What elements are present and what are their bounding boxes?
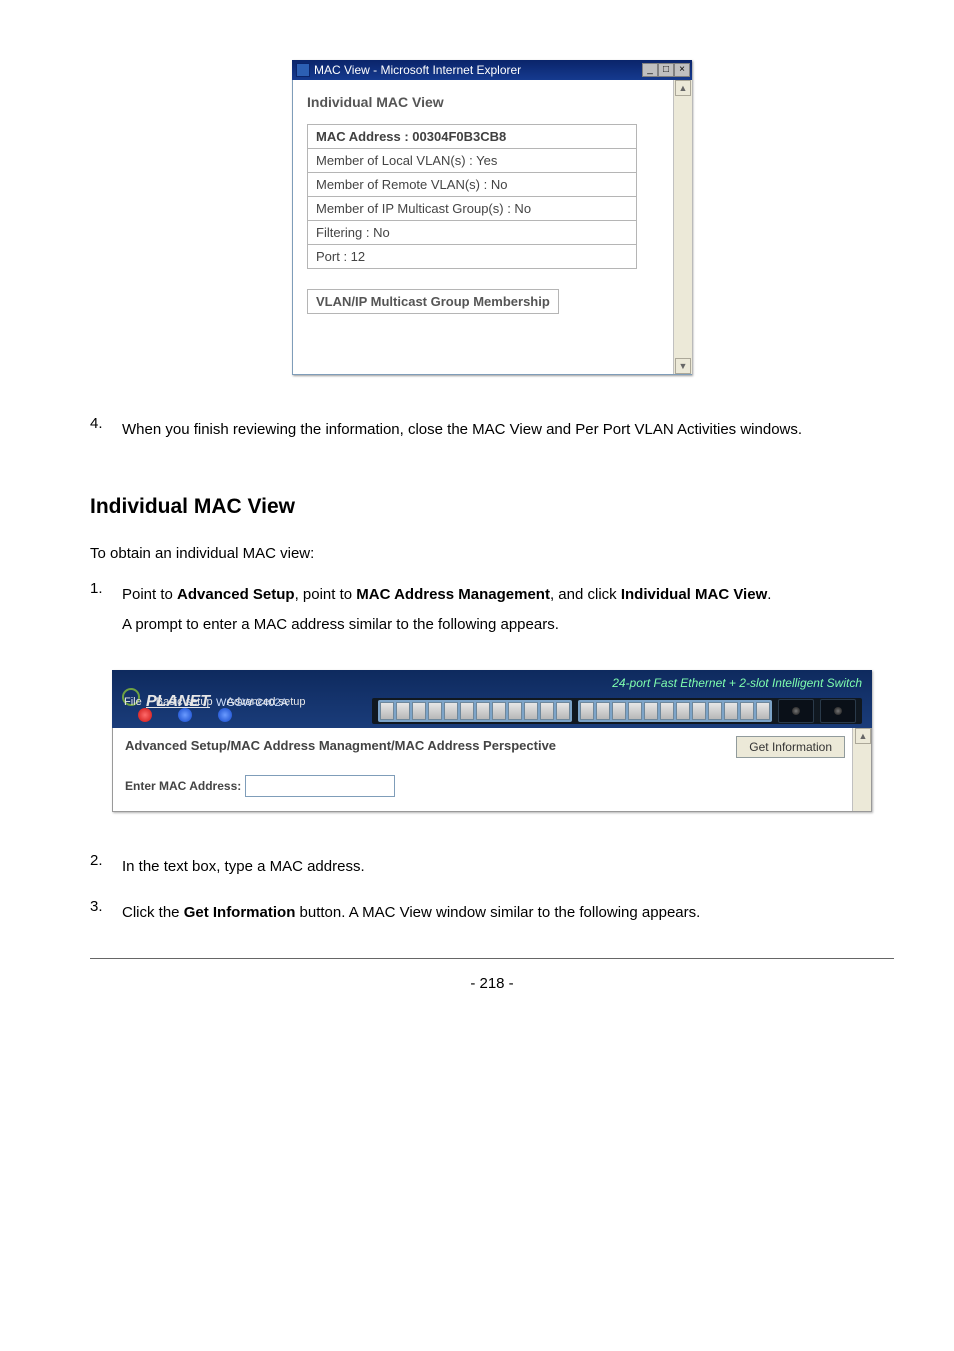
switch-mgmt-window: PLANET WGSW-2402A 24-port Fast Ethernet … bbox=[112, 670, 872, 812]
port-icon bbox=[628, 702, 642, 720]
scrollbar[interactable]: ▲ bbox=[852, 728, 871, 811]
port-icon bbox=[660, 702, 674, 720]
maximize-button[interactable]: □ bbox=[658, 63, 674, 77]
button-ref: Get Information bbox=[184, 904, 296, 921]
port-group bbox=[578, 700, 772, 722]
mac-info-table: MAC Address : 00304F0B3CB8 Member of Loc… bbox=[307, 124, 637, 269]
mac-view-window: MAC View - Microsoft Internet Explorer _… bbox=[292, 60, 692, 375]
step-body: In the text box, type a MAC address. bbox=[122, 852, 894, 882]
port-icon bbox=[380, 702, 394, 720]
port-icon bbox=[708, 702, 722, 720]
step-body: Click the Get Information button. A MAC … bbox=[122, 898, 894, 928]
list-number: 3. bbox=[90, 898, 104, 928]
close-button[interactable]: × bbox=[674, 63, 690, 77]
status-led-icon bbox=[218, 708, 232, 722]
switch-body: ▲ Advanced Setup/MAC Address Managment/M… bbox=[112, 728, 872, 812]
remote-vlan-row: Member of Remote VLAN(s) : No bbox=[308, 173, 637, 197]
port-icon bbox=[556, 702, 570, 720]
scroll-up-icon[interactable]: ▲ bbox=[675, 80, 691, 96]
ip-multicast-row: Member of IP Multicast Group(s) : No bbox=[308, 197, 637, 221]
menu-ref: Advanced Setup bbox=[177, 586, 295, 603]
ie-app-icon bbox=[296, 63, 310, 77]
port-panel bbox=[372, 698, 862, 724]
port-icon bbox=[540, 702, 554, 720]
minimize-button[interactable]: _ bbox=[642, 63, 658, 77]
switch-header: PLANET WGSW-2402A 24-port Fast Ethernet … bbox=[112, 670, 872, 728]
window-title: MAC View - Microsoft Internet Explorer bbox=[314, 63, 521, 77]
intro-text: To obtain an individual MAC view: bbox=[90, 545, 894, 562]
scroll-down-icon[interactable]: ▼ bbox=[675, 358, 691, 374]
text-fragment: , and click bbox=[550, 586, 621, 603]
filtering-row: Filtering : No bbox=[308, 221, 637, 245]
mac-address-row: MAC Address : 00304F0B3CB8 bbox=[308, 125, 637, 149]
port-icon bbox=[476, 702, 490, 720]
port-icon bbox=[580, 702, 594, 720]
page-heading: Individual MAC View bbox=[90, 495, 894, 519]
mac-address-label: Enter MAC Address: bbox=[125, 779, 241, 793]
status-led-icon bbox=[178, 708, 192, 722]
port-icon bbox=[644, 702, 658, 720]
port-icon bbox=[724, 702, 738, 720]
port-icon bbox=[756, 702, 770, 720]
port-icon bbox=[612, 702, 626, 720]
port-icon bbox=[412, 702, 426, 720]
product-tagline: 24-port Fast Ethernet + 2-slot Intellige… bbox=[612, 676, 862, 690]
menu-ref: Individual MAC View bbox=[621, 586, 767, 603]
local-vlan-row: Member of Local VLAN(s) : Yes bbox=[308, 149, 637, 173]
text-fragment: Point to bbox=[122, 586, 177, 603]
text-fragment: button. A MAC View window similar to the… bbox=[295, 904, 700, 921]
menu-advanced-setup[interactable]: Advanced setup bbox=[227, 696, 306, 708]
menu-basic-setup[interactable]: Basic setup bbox=[156, 696, 213, 708]
port-icon bbox=[524, 702, 538, 720]
list-number: 1. bbox=[90, 580, 104, 640]
port-icon bbox=[460, 702, 474, 720]
port-icon bbox=[676, 702, 690, 720]
port-icon bbox=[692, 702, 706, 720]
port-row: Port : 12 bbox=[308, 245, 637, 269]
module-port-icon bbox=[834, 707, 842, 715]
port-icon bbox=[492, 702, 506, 720]
paragraph: When you finish reviewing the informatio… bbox=[122, 415, 894, 445]
status-led-icon bbox=[138, 708, 152, 722]
section-heading: Individual MAC View bbox=[307, 94, 677, 110]
step-body: Point to Advanced Setup, point to MAC Ad… bbox=[122, 580, 894, 640]
list-number: 4. bbox=[90, 415, 104, 445]
port-icon bbox=[508, 702, 522, 720]
menu-ref: MAC Address Management bbox=[356, 586, 550, 603]
mac-address-input[interactable] bbox=[245, 775, 395, 797]
port-group bbox=[378, 700, 572, 722]
list-number: 2. bbox=[90, 852, 104, 882]
page-number: - 218 - bbox=[90, 969, 894, 1022]
text-fragment: , point to bbox=[295, 586, 357, 603]
text-fragment: . bbox=[767, 586, 771, 603]
get-information-button[interactable]: Get Information bbox=[736, 736, 845, 758]
scroll-up-icon[interactable]: ▲ bbox=[855, 728, 871, 744]
footer-divider bbox=[90, 958, 894, 959]
module-slot bbox=[820, 699, 856, 723]
port-icon bbox=[428, 702, 442, 720]
port-icon bbox=[740, 702, 754, 720]
section-heading-2: VLAN/IP Multicast Group Membership bbox=[307, 289, 559, 314]
menu-file[interactable]: File bbox=[124, 696, 142, 708]
port-icon bbox=[396, 702, 410, 720]
text-fragment: A prompt to enter a MAC address similar … bbox=[122, 616, 559, 633]
port-icon bbox=[444, 702, 458, 720]
text-fragment: Click the bbox=[122, 904, 184, 921]
module-port-icon bbox=[792, 707, 800, 715]
window-body: ▲ ▼ Individual MAC View MAC Address : 00… bbox=[292, 80, 692, 375]
port-icon bbox=[596, 702, 610, 720]
window-titlebar: MAC View - Microsoft Internet Explorer _… bbox=[292, 60, 692, 80]
module-slot bbox=[778, 699, 814, 723]
